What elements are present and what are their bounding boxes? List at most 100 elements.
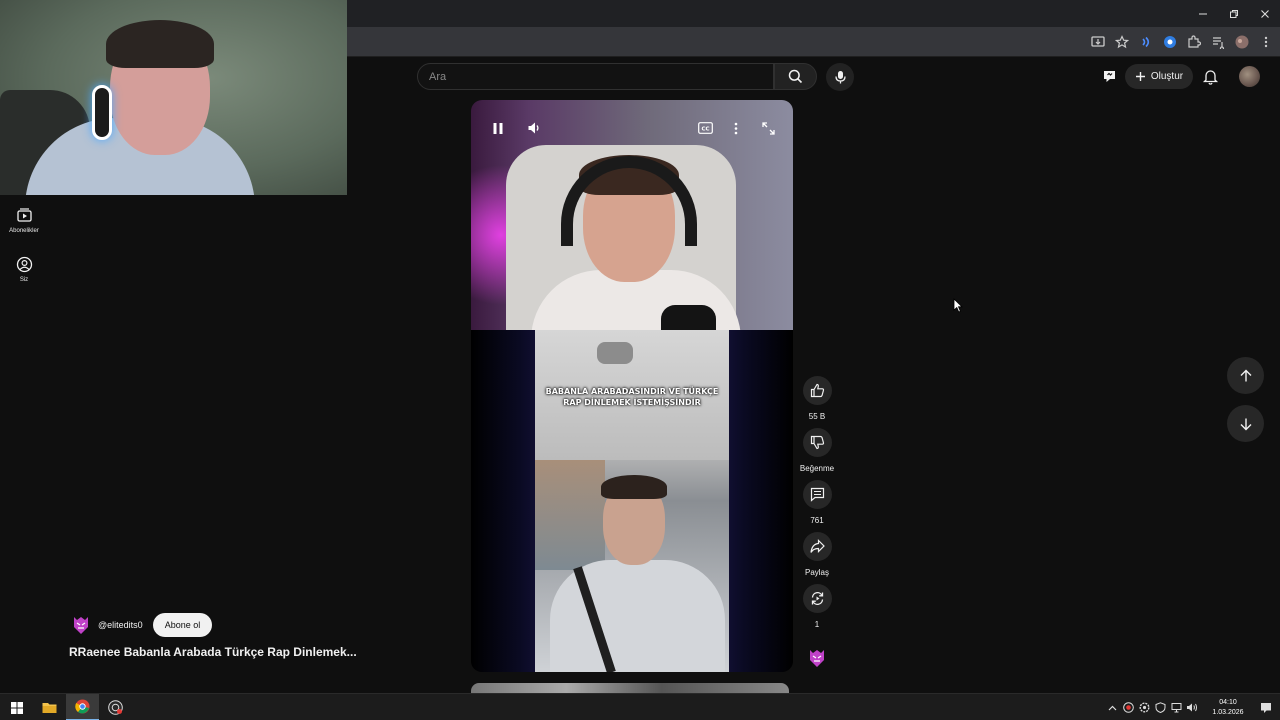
arrow-up-icon — [1240, 369, 1251, 381]
channel-handle[interactable]: @elitedits0 — [98, 620, 143, 630]
close-window-button[interactable] — [1249, 0, 1280, 27]
comment-icon — [810, 487, 824, 502]
sidebar-item-you[interactable]: Siz — [0, 256, 48, 283]
network-icon[interactable] — [1169, 701, 1183, 715]
taskbar-chrome[interactable] — [66, 694, 99, 720]
extension-audio-icon[interactable] — [1137, 34, 1154, 51]
you-icon — [16, 256, 32, 273]
search-input[interactable]: Ara — [417, 63, 774, 90]
taskbar-file-explorer[interactable] — [33, 694, 66, 720]
share-button[interactable] — [802, 532, 832, 561]
minimize-button[interactable] — [1187, 0, 1218, 27]
restore-button[interactable] — [1218, 0, 1249, 27]
search-box: Ara — [417, 63, 817, 90]
start-button[interactable] — [0, 694, 33, 720]
volume-icon — [528, 122, 539, 134]
comments-action: 761 — [800, 480, 834, 525]
browser-toolbar-icons — [1089, 27, 1274, 57]
webcam-person-hair — [106, 20, 214, 68]
volume-tray-icon[interactable] — [1185, 701, 1199, 715]
short-title[interactable]: RRaenee Babanla Arabada Türkçe Rap Dinle… — [69, 645, 357, 659]
create-button[interactable]: Oluştur — [1125, 64, 1193, 89]
sidebar-item-subscriptions[interactable]: Abonelikler — [0, 207, 48, 234]
microphone-icon — [834, 71, 846, 84]
webcam-overlay — [0, 0, 347, 195]
pause-icon — [493, 122, 503, 134]
taskbar-clock[interactable]: 04:10 1.03.2026 — [1204, 698, 1252, 718]
like-count: 55 B — [808, 412, 826, 421]
channel-logo-icon[interactable] — [806, 647, 828, 669]
media-control-icon[interactable] — [1209, 34, 1226, 51]
thumbs-up-icon — [810, 383, 824, 398]
thumbs-down-icon — [810, 435, 824, 450]
video-overlay-caption: BABANLA ARABADASINDIR VE TÜRKÇE RAP DİNL… — [545, 387, 719, 407]
obs-record-icon — [108, 700, 123, 715]
sidebar-item-label: Siz — [19, 277, 29, 283]
window-controls — [1187, 0, 1280, 27]
shorts-video-player[interactable]: BABANLA ARABADASINDIR VE TÜRKÇE RAP DİNL… — [471, 100, 793, 672]
browser-menu-icon[interactable] — [1257, 34, 1274, 51]
reacted-video-area: BABANLA ARABADASINDIR VE TÜRKÇE RAP DİNL… — [471, 330, 793, 672]
close-icon — [1260, 9, 1269, 18]
share-action: Paylaş — [800, 532, 834, 577]
remix-icon — [811, 592, 823, 605]
sidebar-item-label: Abonelikler — [9, 228, 39, 234]
folder-icon — [42, 703, 57, 713]
subscriptions-icon — [16, 208, 32, 222]
windows-taskbar: 04:10 1.03.2026 — [0, 693, 1280, 720]
pause-button[interactable] — [488, 118, 508, 138]
profile-avatar-icon[interactable] — [1233, 34, 1250, 51]
chat-bubble-icon[interactable] — [1101, 68, 1118, 85]
captions-icon: CC — [697, 122, 713, 134]
clock-time: 04:10 — [1219, 698, 1237, 706]
dislike-button[interactable] — [802, 428, 832, 457]
show-hidden-icons-chevron-icon[interactable] — [1105, 701, 1119, 715]
tray-app-red-icon[interactable] — [1121, 701, 1135, 715]
notifications-bell-icon[interactable] — [1202, 68, 1219, 85]
comments-button[interactable] — [802, 480, 832, 509]
driver-hair — [601, 475, 667, 499]
windows-logo-icon — [10, 701, 23, 714]
account-avatar[interactable] — [1239, 66, 1260, 87]
chrome-icon — [75, 699, 90, 714]
arrow-down-icon — [1240, 418, 1251, 430]
install-app-icon[interactable] — [1089, 34, 1106, 51]
remix-action: 1 — [800, 584, 834, 629]
taskbar-obs[interactable] — [99, 694, 132, 720]
channel-avatar-icon[interactable] — [70, 614, 92, 636]
extension-shield-icon[interactable] — [1161, 34, 1178, 51]
bookmark-star-icon[interactable] — [1113, 34, 1130, 51]
expand-icon — [761, 121, 775, 135]
more-options-button[interactable] — [726, 118, 746, 138]
system-tray: 04:10 1.03.2026 — [1103, 694, 1280, 720]
mouse-cursor-icon — [953, 298, 963, 313]
create-button-label: Oluştur — [1150, 71, 1184, 82]
like-action: 55 B — [800, 376, 834, 421]
restore-icon — [1229, 9, 1238, 18]
car-ceiling-light — [597, 342, 633, 364]
volume-button[interactable] — [524, 118, 544, 138]
share-label: Paylaş — [804, 568, 829, 577]
webcam-headset — [92, 85, 112, 140]
captions-button[interactable]: CC — [695, 118, 715, 138]
notification-icon — [1261, 702, 1271, 713]
subscribe-button[interactable]: Abone ol — [153, 613, 212, 637]
notification-center-button[interactable] — [1252, 694, 1280, 720]
like-button[interactable] — [802, 376, 832, 405]
search-button[interactable] — [774, 63, 817, 90]
remix-button[interactable] — [802, 584, 832, 613]
voice-search-button[interactable] — [826, 63, 854, 91]
car-video-frame: BABANLA ARABADASINDIR VE TÜRKÇE RAP DİNL… — [535, 330, 729, 672]
comment-count: 761 — [810, 516, 824, 525]
next-short-button[interactable] — [1227, 405, 1264, 442]
dislike-action: Beğenme — [800, 428, 834, 473]
share-arrow-icon — [809, 539, 825, 553]
previous-short-button[interactable] — [1227, 357, 1264, 394]
plus-icon — [1135, 72, 1145, 81]
minimize-icon — [1198, 13, 1207, 14]
extensions-puzzle-icon[interactable] — [1185, 34, 1202, 51]
fullscreen-button[interactable] — [758, 118, 778, 138]
remix-count: 1 — [814, 620, 820, 629]
tray-shield-icon[interactable] — [1153, 701, 1167, 715]
tray-gear-icon[interactable] — [1137, 701, 1151, 715]
